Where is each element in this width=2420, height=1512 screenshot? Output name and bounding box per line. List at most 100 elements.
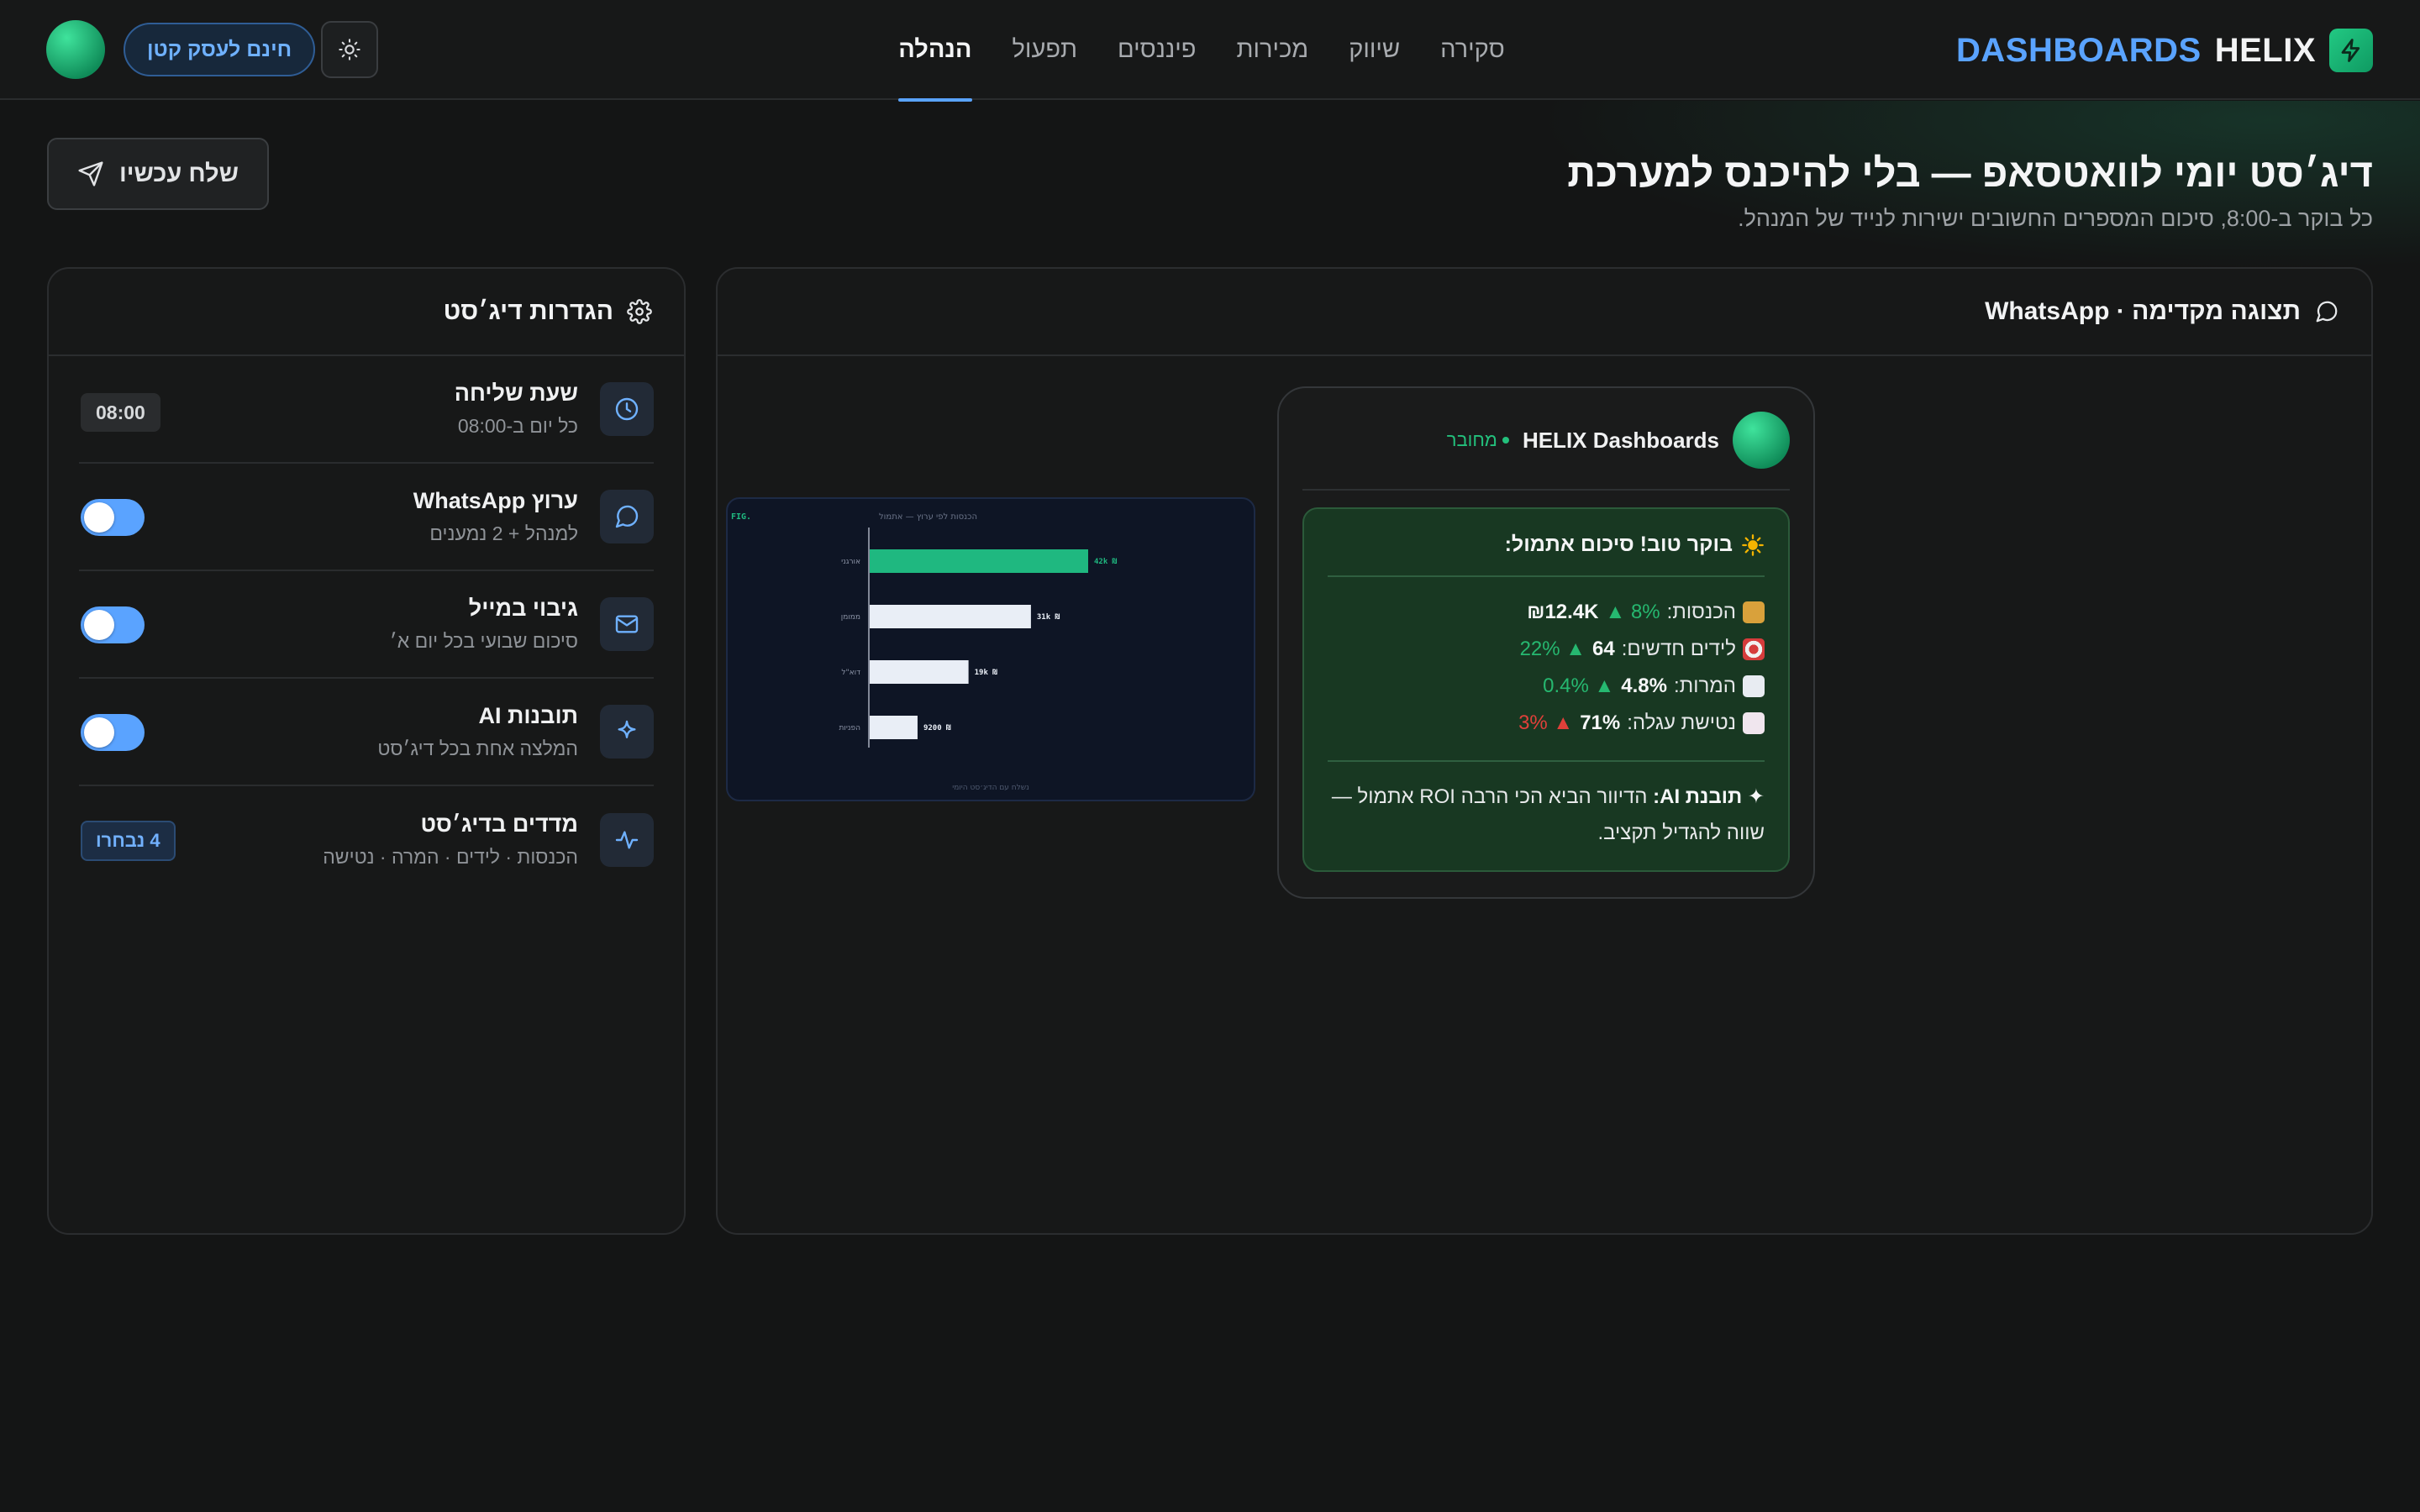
kpi-label: הכנסות:	[1666, 601, 1736, 623]
metrics-count-badge[interactable]: 4 נבחרו	[81, 821, 176, 861]
setting-title: גיבוי במייל	[468, 596, 578, 621]
setting-whatsapp-channel: ערוץ WhatsApp למנהל + 2 נמענים	[79, 464, 654, 571]
send-now-button[interactable]: שלח עכשיו	[47, 138, 269, 210]
send-now-label: שלח עכשיו	[119, 160, 239, 187]
hero-glow	[1412, 101, 2420, 294]
plan-badge-button[interactable]: חינם לעסק קטן	[124, 23, 316, 76]
nav-tab-sales[interactable]: מכירות	[1236, 0, 1308, 100]
chart-up-icon	[1743, 675, 1765, 697]
toggle-knob	[84, 502, 114, 533]
nav-tab-overview[interactable]: סקירה	[1440, 0, 1505, 100]
sun-icon	[339, 39, 360, 60]
message-divider	[1328, 575, 1765, 577]
kpi-change: ▲ 0.4%	[1543, 675, 1615, 697]
top-bar: HELIX DASHBOARDS סקירה שיווק מכירות פיננ…	[0, 0, 2420, 102]
page-subtitle: כל בוקר ב-8:00, סיכום המספרים החשובים יש…	[1738, 206, 2373, 231]
bolt-icon	[2329, 29, 2373, 72]
chat-divider	[1302, 489, 1790, 491]
kpi-label: לידים חדשים:	[1621, 638, 1736, 660]
brand[interactable]: HELIX DASHBOARDS	[1956, 27, 2373, 74]
chart-value-label: 31k ₪	[1037, 613, 1060, 622]
contact-status-label: מחובר	[1446, 429, 1497, 450]
kpi-value: 4.8%	[1621, 675, 1667, 697]
email-backup-toggle[interactable]	[81, 606, 145, 643]
nav-tab-operations[interactable]: תפעול	[1013, 0, 1078, 100]
nav-tab-management[interactable]: הנהלה	[898, 0, 972, 102]
toggle-knob	[84, 610, 114, 640]
pulse-icon	[600, 813, 654, 867]
kpi-conversions: המרות: 4.8% ▲ 0.4%	[1328, 668, 1765, 705]
theme-toggle-button[interactable]	[321, 21, 378, 78]
online-dot	[1502, 437, 1509, 444]
ai-insight-label: תובנת AI:	[1653, 785, 1743, 808]
kpi-change: 8% ▲	[1605, 601, 1660, 623]
kpi-cart-abandon: נטישת עגלה: 71% ▲ 3%	[1328, 705, 1765, 742]
chart-down-icon	[1743, 712, 1765, 734]
kpi-label: נטישת עגלה:	[1627, 711, 1736, 734]
chart-bar	[870, 549, 1088, 573]
ai-insights-toggle[interactable]	[81, 714, 145, 751]
contact-avatar	[1733, 412, 1790, 469]
kpi-value: 64	[1592, 638, 1615, 660]
setting-send-time[interactable]: שעת שליחה כל יום ב-08:00 08:00	[79, 356, 654, 464]
revenue-chart: FIG. הכנסות לפי ערוץ — אתמול אורגני 42k ₪…	[731, 512, 1118, 792]
preview-header: תצוגה מקדימה · WhatsApp	[718, 269, 2371, 356]
kpi-leads: לידים חדשים: 64 ▲ 22%	[1328, 631, 1765, 668]
settings-header: הגדרות דיג׳סט	[49, 269, 684, 356]
setting-desc: המלצה אחת בכל דיג׳סט	[377, 738, 578, 759]
chart-bar	[870, 716, 918, 739]
sun-emoji-icon	[1742, 533, 1764, 556]
kpi-revenue: הכנסות: 8% ▲ ₪12.4K	[1328, 594, 1765, 631]
brand-name: HELIX	[2214, 31, 2316, 69]
chat-icon	[600, 490, 654, 543]
setting-email-backup: גיבוי במייל סיכום שבועי בכל יום א׳	[79, 571, 654, 679]
whatsapp-toggle[interactable]	[81, 499, 145, 536]
user-avatar[interactable]	[46, 20, 105, 79]
chart-bar	[870, 605, 1031, 628]
send-time-value[interactable]: 08:00	[81, 393, 160, 432]
kpi-label: המרות:	[1673, 675, 1736, 697]
digest-message-bubble: בוקר טוב! סיכום אתמול: הכנסות: 8% ▲ ₪12.…	[1302, 507, 1790, 872]
setting-ai-insights: תובנות AI המלצה אחת בכל דיג׳סט	[79, 679, 654, 786]
ai-insight-text: ✦ תובנת AI: הדיוור הביא הכי הרבה ROI אתמ…	[1331, 785, 1765, 844]
chart-value-label: 9200 ₪	[923, 724, 951, 732]
send-icon	[78, 161, 103, 186]
fig-label: FIG.	[731, 512, 751, 522]
clock-icon	[600, 382, 654, 436]
chart-bar	[870, 660, 969, 684]
mail-icon	[600, 597, 654, 651]
whatsapp-phone-mock: HELIX Dashboards מחובר בוקר טוב! סיכום א…	[1277, 386, 1815, 899]
chart-category-label: הפניות	[839, 724, 861, 732]
chart-category-label: ממומן	[841, 613, 860, 622]
preview-title: תצוגה מקדימה · WhatsApp	[1985, 297, 2301, 325]
chart-value-label: 42k ₪	[1094, 558, 1118, 566]
setting-title: תובנות AI	[478, 703, 578, 728]
gear-icon	[627, 299, 652, 324]
kpi-change: ▲ 3%	[1518, 711, 1574, 734]
money-bag-icon	[1743, 601, 1765, 623]
setting-digest-metrics[interactable]: מדדים בדיג׳סט הכנסות · לידים · המרה · נט…	[79, 786, 654, 894]
sparkle-icon	[600, 705, 654, 759]
contact-status: מחובר	[1447, 429, 1509, 451]
nav-tab-marketing[interactable]: שיווק	[1349, 0, 1400, 100]
message-greeting: בוקר טוב! סיכום אתמול:	[1328, 533, 1765, 557]
kpi-value: ₪12.4K	[1527, 601, 1599, 623]
chart-category-label: דוא"ל	[841, 669, 860, 677]
nav-tab-finance[interactable]: פיננסים	[1118, 0, 1196, 100]
settings-title: הגדרות דיג׳סט	[443, 297, 613, 325]
target-icon	[1743, 638, 1765, 660]
page-title: דיג׳סט יומי לוואטסאפ — בלי להיכנס למערכת	[1567, 150, 2373, 195]
chat-header: HELIX Dashboards מחובר	[1302, 412, 1790, 469]
chart-category-label: אורגני	[841, 558, 860, 566]
contact-name: HELIX Dashboards	[1522, 427, 1719, 453]
chart-footer: נשלח עם הדיג׳סט היומי	[952, 784, 1029, 792]
kpi-change: ▲ 22%	[1519, 638, 1586, 660]
revenue-chart-preview[interactable]: FIG. הכנסות לפי ערוץ — אתמול אורגני 42k ₪…	[726, 497, 1255, 801]
chat-bubble-icon	[2316, 301, 2338, 323]
setting-desc: סיכום שבועי בכל יום א׳	[389, 630, 578, 652]
chart-title: הכנסות לפי ערוץ — אתמול	[879, 512, 977, 522]
digest-settings-panel: הגדרות דיג׳סט שעת שליחה כל יום ב-08:00 0…	[47, 267, 686, 1235]
brand-suffix: DASHBOARDS	[1956, 31, 2202, 69]
greeting-text: בוקר טוב! סיכום אתמול:	[1504, 533, 1733, 556]
whatsapp-preview-panel: תצוגה מקדימה · WhatsApp FIG. הכנסות לפי …	[716, 267, 2373, 1235]
